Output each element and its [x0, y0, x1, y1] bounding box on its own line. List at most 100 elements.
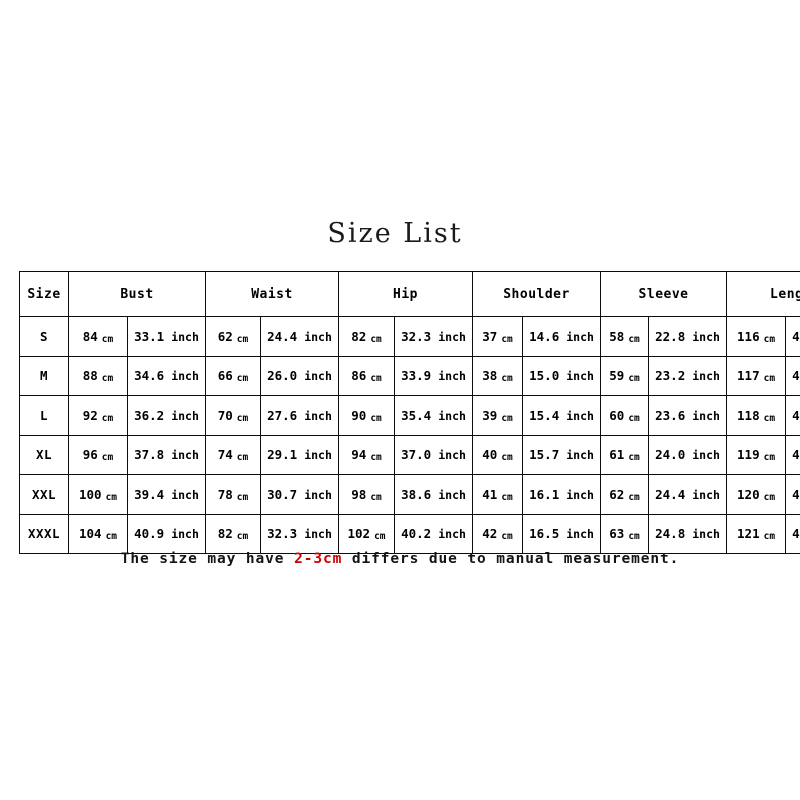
- cell-bust-inch: 40.9 inch: [127, 513, 206, 554]
- cell-hip-inch: 33.9 inch: [394, 355, 474, 396]
- table-row: XL 96 cm 37.8 inch 74 cm 29.1 inch 94 cm 37.0 inch 40…: [19, 434, 800, 475]
- column-header-waist: Waist: [204, 271, 340, 317]
- cell-waist-inch: 29.1 inch: [259, 434, 340, 475]
- cell-sleeve-inch: 22.8 inch: [648, 316, 728, 357]
- cell-sleeve-inch: 24.8 inch: [648, 513, 728, 554]
- cell-shoulder-inch: 16.1 inch: [522, 474, 602, 515]
- cell-bust-inch: 34.6 inch: [127, 355, 206, 396]
- cell-waist-cm: 66 cm: [205, 355, 261, 396]
- cell-bust-inch: 36.2 inch: [127, 395, 206, 436]
- table-header-row: Size Bust Waist Hip Shoulder Sleeve Leng…: [19, 271, 800, 317]
- size-table: Size Bust Waist Hip Shoulder Sleeve Leng…: [19, 271, 800, 554]
- cell-waist-inch: 32.3 inch: [259, 513, 340, 554]
- cell-sleeve-cm: 62 cm: [600, 474, 650, 515]
- cell-size: XXL: [19, 474, 69, 515]
- cell-shoulder-inch: 16.5 inch: [522, 513, 602, 554]
- table-row: S 84 cm 33.1 inch 62 cm 24.4 inch 82 cm 32.3 inch 37 c…: [19, 316, 800, 357]
- cell-length-inch: 47.2inch: [785, 474, 800, 515]
- cell-hip-inch: 37.0 inch: [394, 434, 474, 475]
- disclaimer-tolerance-highlight: 2-3cm: [294, 551, 343, 567]
- cell-hip-inch: 40.2 inch: [394, 513, 474, 554]
- cell-waist-inch: 26.0 inch: [259, 355, 340, 396]
- measurement-disclaimer: The size may have 2-3cm differs due to m…: [0, 551, 800, 567]
- cell-hip-inch: 35.4 inch: [394, 395, 474, 436]
- table-row: M 88 cm 34.6 inch 66 cm 26.0 inch 86 cm 33.9 inch 38 c…: [19, 355, 800, 396]
- cell-shoulder-cm: 41 cm: [472, 474, 524, 515]
- cell-hip-cm: 98 cm: [338, 474, 396, 515]
- cell-waist-cm: 82 cm: [205, 513, 261, 554]
- column-header-hip: Hip: [338, 271, 474, 317]
- cell-waist-inch: 27.6 inch: [259, 395, 340, 436]
- cell-length-inch: 47.6inch: [785, 513, 800, 554]
- cell-sleeve-cm: 60 cm: [600, 395, 650, 436]
- column-header-length: Length: [726, 271, 800, 317]
- cell-length-inch: 46.1inch: [785, 355, 800, 396]
- cell-waist-cm: 74 cm: [205, 434, 261, 475]
- column-header-sleeve: Sleeve: [600, 271, 728, 317]
- cell-shoulder-inch: 15.7 inch: [522, 434, 602, 475]
- cell-shoulder-inch: 15.4 inch: [522, 395, 602, 436]
- column-header-bust: Bust: [68, 271, 206, 317]
- page-title: Size List: [327, 218, 463, 249]
- cell-length-inch: 46.9inch: [785, 434, 800, 475]
- cell-sleeve-cm: 59 cm: [600, 355, 650, 396]
- cell-length-cm: 121 cm: [726, 513, 787, 554]
- cell-length-inch: 46.5inch: [785, 395, 800, 436]
- cell-sleeve-cm: 61 cm: [600, 434, 650, 475]
- cell-size: L: [19, 395, 69, 436]
- cell-size: S: [19, 316, 69, 357]
- disclaimer-text-after: differs due to manual measurement.: [351, 551, 680, 567]
- cell-bust-cm: 92 cm: [68, 395, 128, 436]
- cell-length-inch: 45.7inch: [785, 316, 800, 357]
- cell-waist-cm: 70 cm: [205, 395, 261, 436]
- cell-length-cm: 120 cm: [726, 474, 787, 515]
- table-row: L 92 cm 36.2 inch 70 cm 27.6 inch 90 cm 35.4 inch 39 c…: [19, 395, 800, 436]
- cell-sleeve-cm: 58 cm: [600, 316, 650, 357]
- cell-shoulder-cm: 39 cm: [472, 395, 524, 436]
- cell-shoulder-inch: 14.6 inch: [522, 316, 602, 357]
- cell-size: M: [19, 355, 69, 396]
- column-header-shoulder: Shoulder: [472, 271, 602, 317]
- cell-hip-cm: 82 cm: [338, 316, 396, 357]
- table-row: XXXL 104 cm 40.9 inch 82 cm 32.3 inch 102 cm 40.2 in…: [19, 513, 800, 554]
- cell-bust-inch: 33.1 inch: [127, 316, 206, 357]
- cell-sleeve-inch: 24.0 inch: [648, 434, 728, 475]
- cell-bust-inch: 39.4 inch: [127, 474, 206, 515]
- table-row: XXL 100 cm 39.4 inch 78 cm 30.7 inch 98 cm 38.6 inch…: [19, 474, 800, 515]
- cell-sleeve-inch: 23.2 inch: [648, 355, 728, 396]
- cell-hip-inch: 32.3 inch: [394, 316, 474, 357]
- cell-bust-cm: 100 cm: [68, 474, 128, 515]
- cell-bust-cm: 84 cm: [68, 316, 128, 357]
- size-chart-page: Size List Size Bust Waist Hip Shoulder S…: [0, 0, 800, 800]
- cell-sleeve-inch: 24.4 inch: [648, 474, 728, 515]
- cell-shoulder-cm: 40 cm: [472, 434, 524, 475]
- cell-waist-cm: 62 cm: [205, 316, 261, 357]
- size-chart-container: Size List Size Bust Waist Hip Shoulder S…: [19, 218, 800, 554]
- cell-hip-cm: 94 cm: [338, 434, 396, 475]
- cell-bust-cm: 96 cm: [68, 434, 128, 475]
- cell-bust-cm: 104 cm: [68, 513, 128, 554]
- cell-bust-inch: 37.8 inch: [127, 434, 206, 475]
- cell-size: XXXL: [19, 513, 69, 554]
- cell-waist-inch: 30.7 inch: [259, 474, 340, 515]
- cell-shoulder-cm: 37 cm: [472, 316, 524, 357]
- disclaimer-text-before: The size may have: [120, 551, 285, 567]
- cell-shoulder-cm: 38 cm: [472, 355, 524, 396]
- cell-sleeve-cm: 63 cm: [600, 513, 650, 554]
- cell-shoulder-cm: 42 cm: [472, 513, 524, 554]
- table-body: S 84 cm 33.1 inch 62 cm 24.4 inch 82 cm 32.3 inch 37 c…: [19, 316, 800, 554]
- cell-waist-inch: 24.4 inch: [259, 316, 340, 357]
- cell-hip-cm: 90 cm: [338, 395, 396, 436]
- cell-length-cm: 119 cm: [726, 434, 787, 475]
- cell-size: XL: [19, 434, 69, 475]
- cell-hip-cm: 102 cm: [338, 513, 396, 554]
- cell-bust-cm: 88 cm: [68, 355, 128, 396]
- cell-waist-cm: 78 cm: [205, 474, 261, 515]
- cell-shoulder-inch: 15.0 inch: [522, 355, 602, 396]
- cell-length-cm: 118 cm: [726, 395, 787, 436]
- cell-sleeve-inch: 23.6 inch: [648, 395, 728, 436]
- column-header-size: Size: [19, 271, 69, 317]
- cell-length-cm: 116 cm: [726, 316, 787, 357]
- cell-length-cm: 117 cm: [726, 355, 787, 396]
- cell-hip-cm: 86 cm: [338, 355, 396, 396]
